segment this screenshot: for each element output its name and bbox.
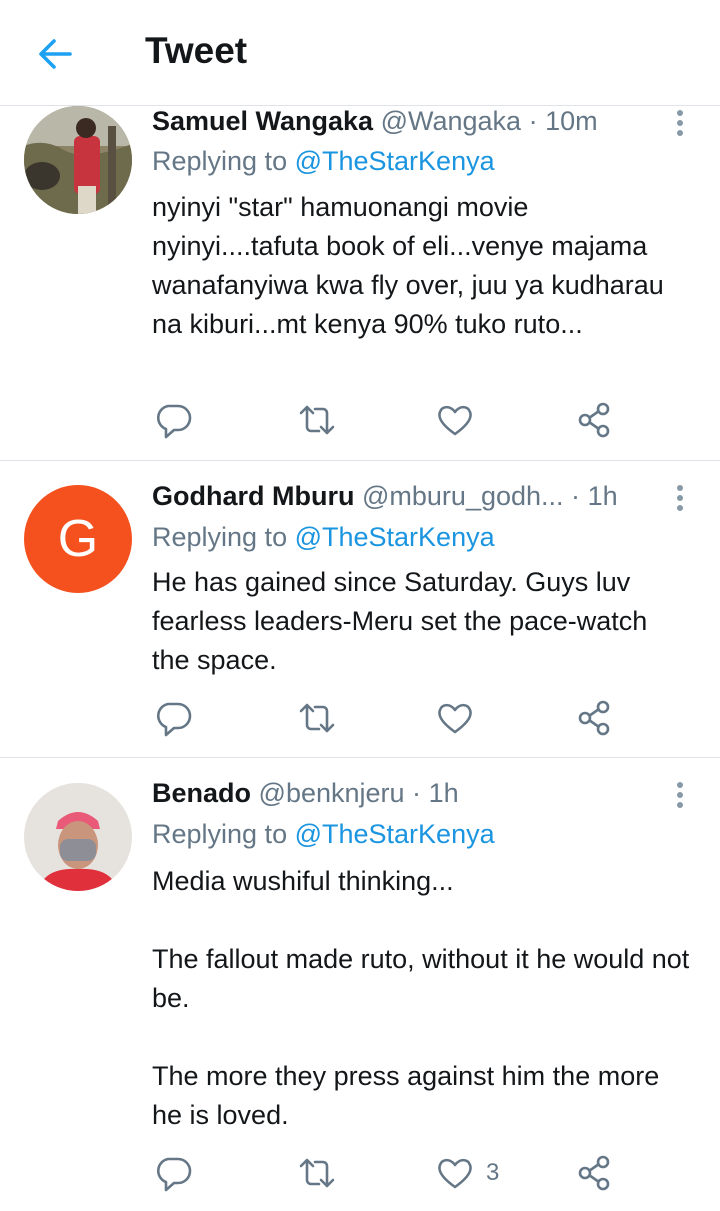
tweet-paragraph: nyinyi "star" hamuonangi movie nyinyi...… bbox=[152, 192, 664, 339]
retweet-button[interactable] bbox=[297, 400, 337, 440]
share-button[interactable] bbox=[576, 698, 616, 738]
share-button[interactable] bbox=[576, 400, 616, 440]
more-options-button[interactable] bbox=[666, 108, 694, 138]
reply-icon bbox=[156, 1157, 192, 1192]
heart-icon bbox=[438, 703, 472, 734]
avatar-photo bbox=[24, 106, 132, 214]
back-button[interactable] bbox=[34, 34, 78, 74]
more-vertical-icon bbox=[677, 485, 683, 511]
user-handle[interactable]: @Wangaka bbox=[381, 106, 521, 136]
user-handle[interactable]: @benknjeru bbox=[259, 778, 405, 808]
timestamp[interactable]: 10m bbox=[545, 106, 598, 136]
retweet-button[interactable] bbox=[297, 698, 337, 738]
user-handle[interactable]: @mburu_godh... bbox=[362, 481, 564, 511]
retweet-icon bbox=[299, 405, 335, 435]
tweet-card[interactable]: Samuel Wangaka @Wangaka · 10m Replying t… bbox=[0, 106, 720, 461]
like-button[interactable] bbox=[435, 698, 475, 738]
timestamp[interactable]: 1h bbox=[588, 481, 618, 511]
reply-button[interactable] bbox=[154, 698, 194, 738]
avatar-photo bbox=[24, 783, 132, 891]
share-icon bbox=[578, 402, 610, 438]
display-name[interactable]: Samuel Wangaka bbox=[152, 106, 373, 136]
retweet-icon bbox=[299, 703, 335, 733]
avatar[interactable] bbox=[24, 783, 132, 891]
more-vertical-icon bbox=[677, 110, 683, 136]
like-button[interactable] bbox=[435, 400, 475, 440]
timestamp[interactable]: 1h bbox=[429, 778, 459, 808]
tweet-text: nyinyi "star" hamuonangi movie nyinyi...… bbox=[152, 188, 692, 344]
mention-link[interactable]: @TheStarKenya bbox=[295, 819, 495, 849]
tweet-paragraph: The fallout made ruto, without it he wou… bbox=[152, 944, 690, 1013]
avatar-letter: G bbox=[57, 510, 99, 568]
mention-link[interactable]: @TheStarKenya bbox=[295, 522, 495, 552]
replying-prefix: Replying to bbox=[152, 146, 295, 176]
heart-icon bbox=[438, 405, 472, 436]
tweet-paragraph: He has gained since Saturday. Guys luv f… bbox=[152, 567, 648, 675]
display-name[interactable]: Benado bbox=[152, 778, 251, 808]
like-count: 3 bbox=[486, 1159, 500, 1186]
replying-prefix: Replying to bbox=[152, 819, 295, 849]
replying-to: Replying to @TheStarKenya bbox=[152, 146, 495, 177]
reply-button[interactable] bbox=[154, 400, 194, 440]
avatar[interactable] bbox=[24, 106, 132, 214]
separator: · bbox=[528, 106, 538, 136]
tweet-card[interactable]: G Godhard Mburu @mburu_godh... · 1h Repl… bbox=[0, 461, 720, 758]
share-icon bbox=[578, 700, 610, 736]
tweet-text: Media wushiful thinking... The fallout m… bbox=[152, 862, 692, 1135]
tweet-card[interactable]: Benado @benknjeru · 1h Replying to @TheS… bbox=[0, 758, 720, 1211]
tweet-header: Samuel Wangaka @Wangaka · 10m bbox=[152, 106, 598, 137]
reply-button[interactable] bbox=[154, 1153, 194, 1193]
tweet-paragraph: Media wushiful thinking... bbox=[152, 866, 454, 896]
like-button[interactable] bbox=[435, 1153, 475, 1193]
tweet-text: He has gained since Saturday. Guys luv f… bbox=[152, 563, 692, 680]
mention-link[interactable]: @TheStarKenya bbox=[295, 146, 495, 176]
retweet-icon bbox=[299, 1158, 335, 1188]
page-title: Tweet bbox=[145, 30, 248, 71]
separator: · bbox=[412, 778, 422, 808]
more-options-button[interactable] bbox=[666, 780, 694, 810]
tweet-header: Benado @benknjeru · 1h bbox=[152, 778, 459, 809]
replying-to: Replying to @TheStarKenya bbox=[152, 819, 495, 850]
tweet-paragraph: The more they press against him the more… bbox=[152, 1061, 660, 1130]
more-options-button[interactable] bbox=[666, 483, 694, 513]
tweet-header: Godhard Mburu @mburu_godh... · 1h bbox=[152, 481, 618, 512]
top-app-bar: Tweet bbox=[0, 0, 720, 106]
reply-icon bbox=[156, 702, 192, 737]
separator: · bbox=[571, 481, 581, 511]
share-icon bbox=[578, 1155, 610, 1191]
replying-to: Replying to @TheStarKenya bbox=[152, 522, 495, 553]
heart-icon bbox=[438, 1158, 472, 1189]
back-arrow-icon bbox=[39, 39, 72, 69]
avatar[interactable]: G bbox=[24, 485, 132, 593]
retweet-button[interactable] bbox=[297, 1153, 337, 1193]
share-button[interactable] bbox=[576, 1153, 616, 1193]
replying-prefix: Replying to bbox=[152, 522, 295, 552]
reply-icon bbox=[156, 404, 192, 439]
more-vertical-icon bbox=[677, 782, 683, 808]
display-name[interactable]: Godhard Mburu bbox=[152, 481, 354, 511]
